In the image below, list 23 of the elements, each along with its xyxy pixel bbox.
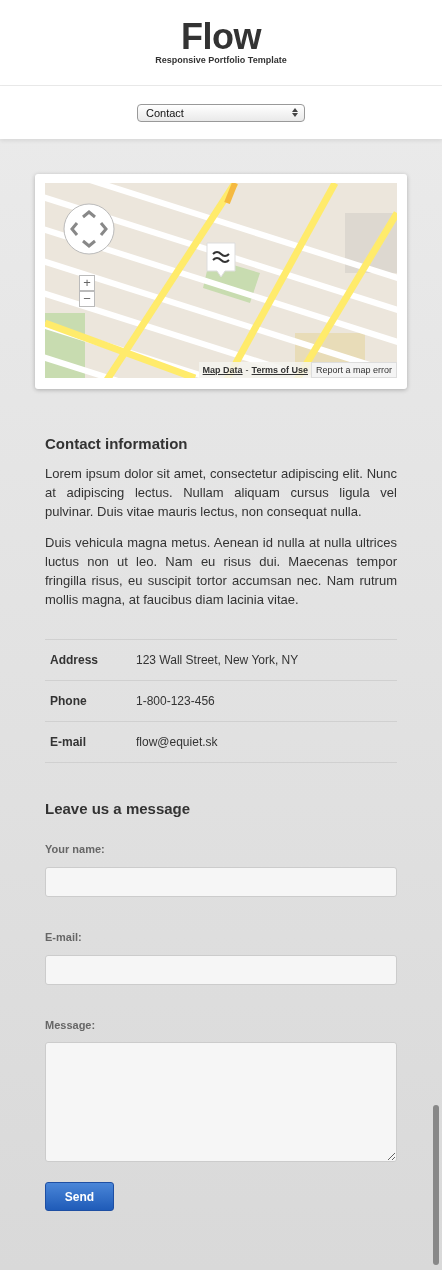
send-button[interactable]: Send — [45, 1182, 114, 1211]
detail-value: 123 Wall Street, New York, NY — [136, 653, 299, 667]
detail-value: flow@equiet.sk — [136, 735, 218, 749]
site-subtitle: Responsive Portfolio Template — [155, 55, 287, 65]
separator-text: - — [245, 365, 249, 375]
detail-label: E-mail — [49, 735, 87, 749]
paragraph: Duis vehicula magna metus. Aenean id nulla at nulla ultrices luctus non ut leo. Nam eu risus dui. Maecenas tempor fringilla risus, eu suscipit tortor accumsan nec. Nam rutrum mollis magna, at faucibus diam lacinia vitae. — [45, 534, 397, 609]
map-link[interactable]: Terms of Use — [251, 365, 308, 375]
zoom-out-button[interactable]: − — [79, 291, 95, 307]
detail-label: Address — [49, 653, 100, 667]
field-label: E-mail: — [45, 931, 83, 943]
section-heading: Leave us a message — [45, 800, 192, 817]
page-select[interactable]: Contact — [137, 103, 305, 122]
map-link[interactable]: Map Data — [202, 365, 243, 375]
detail-label: Phone — [49, 694, 88, 708]
detail-value: 1-800-123-456 — [136, 694, 215, 708]
report-map-error-button[interactable]: Report a map error — [310, 362, 397, 378]
site-title: Flow — [181, 20, 261, 54]
paragraph: Lorem ipsum dolor sit amet, consectetur adipiscing elit. Nunc at adipiscing lectus. Nullam aliquam cursus ligula vel pulvinar. Duis vitae mauris lectus, non consequat nulla. — [45, 465, 397, 521]
field-label: Your name: — [45, 843, 106, 855]
zoom-in-button[interactable]: + — [79, 275, 95, 291]
field-label: Message: — [45, 1019, 97, 1031]
section-heading: Contact information — [45, 435, 189, 452]
